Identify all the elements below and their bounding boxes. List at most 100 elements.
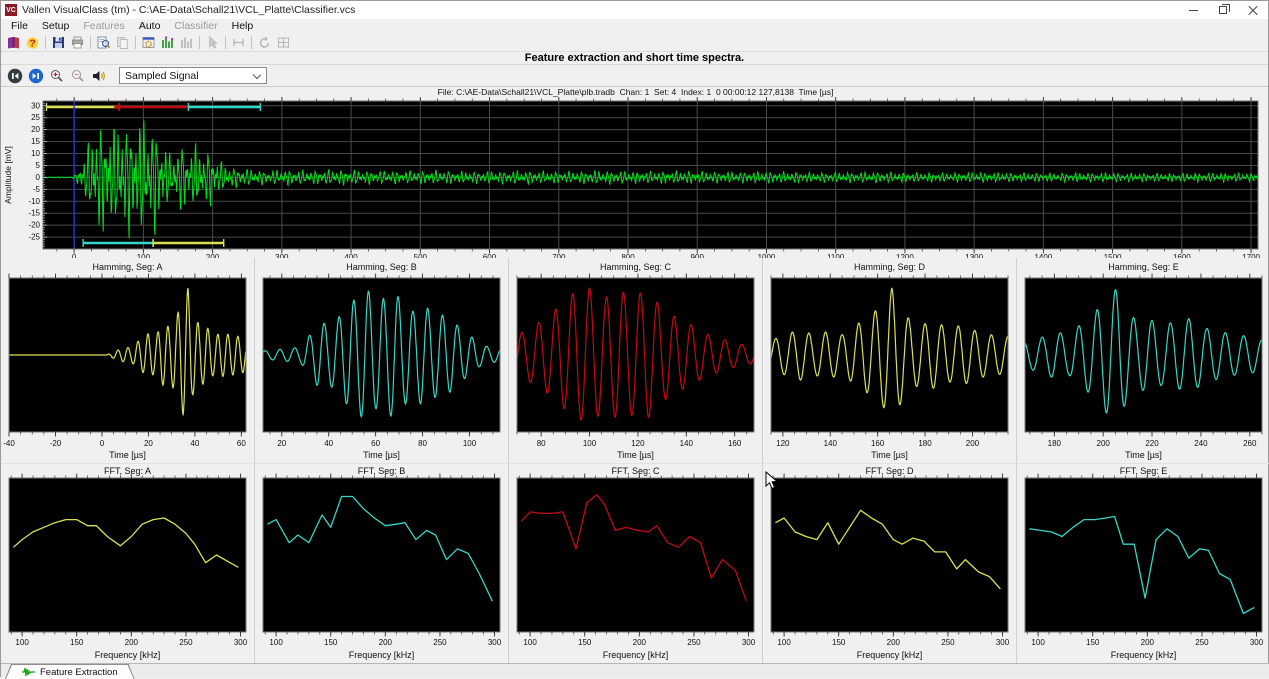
- menu-features: Features: [76, 20, 131, 32]
- chart-fftD[interactable]: FFT, Seg: D100150200250300Frequency [kHz…: [763, 464, 1016, 664]
- chart-hamA[interactable]: Hamming, Seg: A-40-200204060Time [µs]: [1, 258, 254, 463]
- panel-hamC: Hamming, Seg: C80100120140160Time [µs]: [509, 258, 763, 463]
- feature-extraction-button[interactable]: [158, 34, 177, 51]
- svg-text:300: 300: [1250, 638, 1264, 647]
- svg-text:?: ?: [29, 37, 35, 49]
- svg-text:200: 200: [966, 439, 980, 448]
- svg-text:220: 220: [1145, 439, 1159, 448]
- svg-text:Hamming, Seg: A: Hamming, Seg: A: [92, 262, 162, 272]
- svg-text:40: 40: [190, 439, 199, 448]
- svg-text:Amplitude [mV]: Amplitude [mV]: [3, 146, 13, 204]
- svg-text:Hamming, Seg: D: Hamming, Seg: D: [854, 262, 926, 272]
- svg-text:Time [µs]: Time [µs]: [871, 450, 908, 460]
- svg-text:150: 150: [1086, 638, 1100, 647]
- svg-text:5: 5: [36, 161, 41, 170]
- svg-text:10: 10: [31, 149, 40, 158]
- tab-label: Feature Extraction: [40, 667, 118, 678]
- panel-hamB: Hamming, Seg: B20406080100Time [µs]: [255, 258, 509, 463]
- chart-fftE[interactable]: FFT, Seg: E100150200250300Frequency [kHz…: [1017, 464, 1269, 664]
- chart-fftA[interactable]: FFT, Seg: A100150200250300Frequency [kHz…: [1, 464, 254, 664]
- menu-setup[interactable]: Setup: [35, 20, 76, 32]
- svg-text:20: 20: [31, 125, 40, 134]
- svg-text:100: 100: [15, 638, 29, 647]
- svg-text:300: 300: [488, 638, 502, 647]
- svg-text:250: 250: [941, 638, 955, 647]
- svg-text:Time [µs]: Time [µs]: [617, 450, 654, 460]
- chevron-down-icon: [253, 71, 261, 79]
- svg-text:100: 100: [583, 439, 597, 448]
- chart-hamB[interactable]: Hamming, Seg: B20406080100Time [µs]: [255, 258, 508, 463]
- svg-text:Hamming, Seg: C: Hamming, Seg: C: [600, 262, 672, 272]
- chart-hamC[interactable]: Hamming, Seg: C80100120140160Time [µs]: [509, 258, 762, 463]
- svg-text:200: 200: [1097, 439, 1111, 448]
- svg-text:15: 15: [31, 137, 40, 146]
- svg-text:FFT, Seg: D: FFT, Seg: D: [865, 466, 914, 476]
- layout-grid-button: [274, 34, 293, 51]
- svg-text:Hamming, Seg: B: Hamming, Seg: B: [346, 262, 417, 272]
- audio-play-button[interactable]: [89, 66, 108, 85]
- chart-fftC[interactable]: FFT, Seg: C100150200250300Frequency [kHz…: [509, 464, 762, 664]
- svg-text:150: 150: [70, 638, 84, 647]
- svg-text:Frequency [kHz]: Frequency [kHz]: [603, 650, 669, 660]
- panel-hamE: Hamming, Seg: E180200220240260Time [µs]: [1017, 258, 1269, 463]
- svg-text:200: 200: [125, 638, 139, 647]
- svg-text:Time [µs]: Time [µs]: [363, 450, 400, 460]
- options-window-button[interactable]: [139, 34, 158, 51]
- next-set-button[interactable]: [26, 66, 45, 85]
- panel-hamA: Hamming, Seg: A-40-200204060Time [µs]: [1, 258, 255, 463]
- svg-text:25: 25: [31, 113, 40, 122]
- svg-text:FFT, Seg: A: FFT, Seg: A: [104, 466, 151, 476]
- zoom-in-button[interactable]: [47, 66, 66, 85]
- restore-icon: [1219, 6, 1227, 14]
- help-book-icon: [6, 35, 21, 50]
- chart-hamD[interactable]: Hamming, Seg: D120140160180200Time [µs]: [763, 258, 1016, 463]
- zoom-out-button[interactable]: [68, 66, 87, 85]
- preview-search-button[interactable]: [94, 34, 113, 51]
- waveform-icon: [22, 667, 36, 677]
- print-button[interactable]: [68, 34, 87, 51]
- chart-main-waveform[interactable]: -25-20-15-10-5051015202530Amplitude [mV]…: [1, 97, 1269, 258]
- banner: Feature extraction and short time spectr…: [1, 52, 1268, 65]
- panel-fftC: FFT, Seg: C100150200250300Frequency [kHz…: [509, 464, 763, 663]
- chart-hamE[interactable]: Hamming, Seg: E180200220240260Time [µs]: [1017, 258, 1269, 463]
- menu-bar: FileSetupFeaturesAutoClassifierHelp: [1, 19, 1268, 33]
- menu-auto[interactable]: Auto: [132, 20, 168, 32]
- chart-fftB[interactable]: FFT, Seg: B100150200250300Frequency [kHz…: [255, 464, 508, 664]
- svg-text:300: 300: [996, 638, 1010, 647]
- toolbar-separator: [135, 36, 136, 49]
- menu-help[interactable]: Help: [225, 20, 261, 32]
- help-book-button[interactable]: [4, 34, 23, 51]
- context-help-button[interactable]: ?: [23, 34, 42, 51]
- fft-row: FFT, Seg: A 100 150 200 250 300 Frequency [kHz…: [1, 463, 1269, 663]
- panel-hamD: Hamming, Seg: D120140160180200Time [µs]: [763, 258, 1017, 463]
- minimize-button[interactable]: [1178, 1, 1208, 19]
- svg-text:200: 200: [1141, 638, 1155, 647]
- svg-text:100: 100: [463, 439, 477, 448]
- svg-text:100: 100: [777, 638, 791, 647]
- banner-text: Feature extraction and short time spectr…: [525, 52, 744, 64]
- svg-text:250: 250: [179, 638, 193, 647]
- signal-select[interactable]: Sampled Signal: [119, 67, 267, 84]
- panel-fftA: FFT, Seg: A100150200250300Frequency [kHz…: [1, 464, 255, 663]
- svg-text:120: 120: [776, 439, 790, 448]
- hamming-row: Hamming, Seg: A-40-200204060Time [µs]Ham…: [1, 258, 1269, 463]
- close-button[interactable]: [1238, 1, 1268, 19]
- previous-set-button[interactable]: [5, 66, 24, 85]
- save-button[interactable]: [49, 34, 68, 51]
- pick-arrow-button: [203, 34, 222, 51]
- svg-text:180: 180: [1048, 439, 1062, 448]
- restore-button[interactable]: [1208, 1, 1238, 19]
- svg-text:60: 60: [237, 439, 246, 448]
- svg-text:60: 60: [371, 439, 380, 448]
- svg-text:200: 200: [887, 638, 901, 647]
- rotate-icon: [257, 35, 272, 50]
- pick-arrow-icon: [205, 35, 220, 50]
- svg-text:250: 250: [433, 638, 447, 647]
- zoom-out-icon: [70, 68, 86, 84]
- file-info-line: File: C:\AE-Data\Schall21\VCL_Platte\plb…: [1, 87, 1269, 97]
- menu-file[interactable]: File: [4, 20, 35, 32]
- feature-off-button: [177, 34, 196, 51]
- toolbar-separator: [199, 36, 200, 49]
- svg-text:150: 150: [324, 638, 338, 647]
- svg-text:Hamming, Seg: E: Hamming, Seg: E: [1108, 262, 1179, 272]
